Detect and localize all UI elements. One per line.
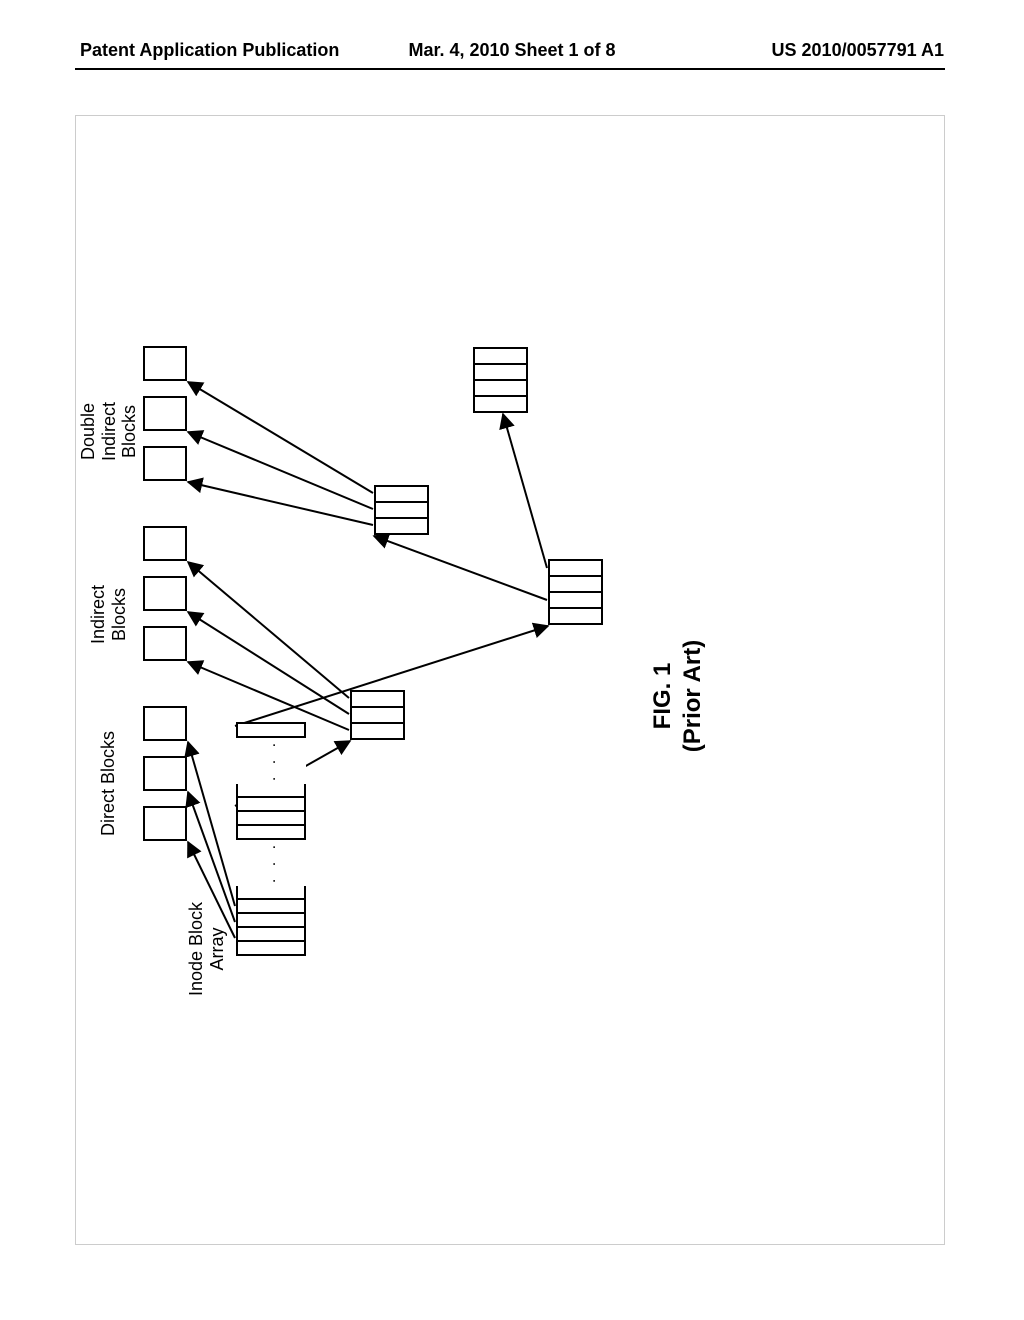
direct-block: [143, 806, 187, 841]
header-center: Mar. 4, 2010 Sheet 1 of 8: [408, 40, 615, 61]
double-indirect-label: Double Indirect Blocks: [78, 402, 140, 461]
inode-dots-2: . . .: [236, 736, 306, 784]
figure-caption: FIG. 1 (Prior Art): [648, 336, 708, 1056]
indirect-pointer-array: [350, 690, 403, 740]
sheet-frame: Inode Block Array . . . . . . Direct Blo…: [75, 115, 945, 1245]
header-rule: [75, 68, 945, 70]
direct-label: Direct Blocks: [98, 731, 119, 836]
indirect-block: [143, 526, 187, 561]
double-indirect-block: [143, 346, 187, 381]
inode-dots: . . .: [236, 838, 306, 886]
inode-label: Inode Block Array: [186, 902, 227, 996]
indirect-block: [143, 626, 187, 661]
double-indirect-block: [143, 396, 187, 431]
double-indirect-block: [143, 446, 187, 481]
inode-block-array: . . . . . .: [236, 722, 304, 956]
figure-subtitle: (Prior Art): [678, 336, 708, 1056]
indirect-block: [143, 576, 187, 611]
inode-diagram: Inode Block Array . . . . . . Direct Blo…: [148, 336, 868, 1056]
figure-number: FIG. 1: [648, 336, 678, 1056]
direct-block: [143, 756, 187, 791]
page-header: Patent Application Publication Mar. 4, 2…: [0, 40, 1024, 61]
indirect-label: Indirect Blocks: [88, 585, 129, 644]
header-left: Patent Application Publication: [80, 40, 339, 61]
header-right: US 2010/0057791 A1: [772, 40, 944, 61]
triple-pointer-array: [473, 347, 526, 413]
direct-block: [143, 706, 187, 741]
double-indirect-pointer-array-1: [548, 559, 601, 625]
double-indirect-pointer-array-2: [374, 485, 427, 535]
